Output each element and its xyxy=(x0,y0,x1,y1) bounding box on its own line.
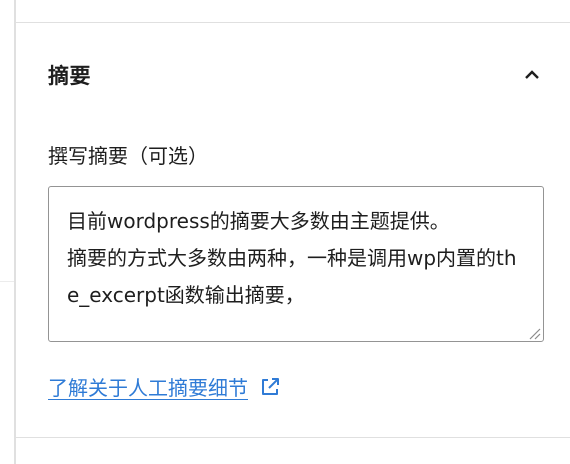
outside-edge xyxy=(0,281,14,282)
excerpt-field-label: 撰写摘要（可选） xyxy=(48,144,208,168)
resize-grip-icon[interactable] xyxy=(527,325,541,340)
excerpt-textarea[interactable]: 目前wordpress的摘要大多数由主题提供。 摘要的方式大多数由两种，一种是调… xyxy=(48,186,544,342)
excerpt-text[interactable]: 目前wordpress的摘要大多数由主题提供。 摘要的方式大多数由两种，一种是调… xyxy=(49,187,543,341)
editor-sidebar: 摘要 撰写摘要（可选） 目前wordpress的摘要大多数由主题提供。 摘要的方… xyxy=(0,0,570,464)
learn-more-link[interactable]: 了解关于人工摘要细节 xyxy=(48,372,284,401)
chevron-up-icon[interactable] xyxy=(520,63,544,87)
excerpt-panel-toggle[interactable]: 摘要 xyxy=(16,23,570,127)
panel-title: 摘要 xyxy=(48,64,91,88)
learn-more-link-text[interactable]: 了解关于人工摘要细节 xyxy=(48,372,248,401)
external-link-icon xyxy=(256,373,284,401)
panel-bottom-divider xyxy=(16,437,570,438)
